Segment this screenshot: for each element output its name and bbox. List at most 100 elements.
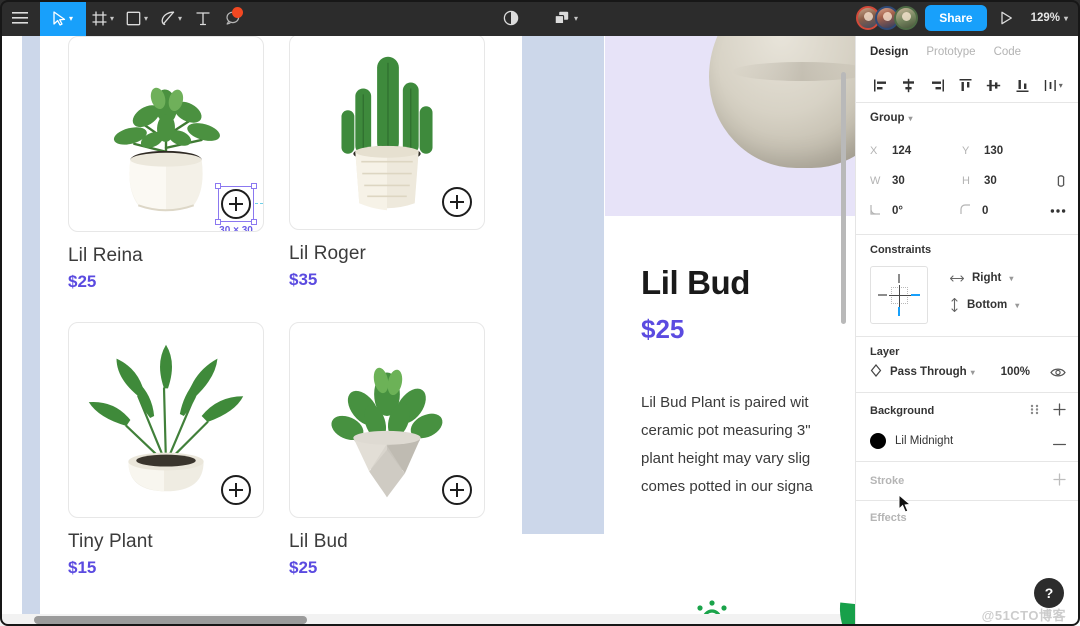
product-card-0[interactable]: 30 × 30 Lil Reina $25 — [68, 36, 264, 292]
x-field[interactable]: X 124 — [870, 145, 962, 157]
constraint-arm-top[interactable] — [898, 274, 900, 283]
align-top-icon — [959, 78, 972, 91]
more-options-button[interactable] — [1050, 208, 1066, 214]
present-button[interactable] — [994, 5, 1020, 31]
shape-tool-button[interactable]: ▾ — [120, 0, 154, 36]
pen-icon — [161, 11, 175, 25]
effects-heading: Effects — [870, 512, 907, 524]
opacity-value[interactable]: 100% — [1001, 366, 1030, 378]
constraints-widget[interactable] — [870, 266, 928, 324]
add-to-cart-button-1[interactable] — [442, 187, 472, 217]
distribute-more-button[interactable]: ▾ — [1037, 71, 1070, 99]
width-field[interactable]: W 30 — [870, 175, 962, 187]
constraint-arm-right[interactable] — [911, 294, 920, 296]
constraint-arm-left[interactable] — [878, 294, 887, 296]
corner-radius-value: 0 — [982, 205, 989, 217]
selection-type-row[interactable]: Group ▾ — [870, 112, 1066, 124]
help-button[interactable]: ? — [1034, 578, 1064, 608]
align-vertical-center-button[interactable] — [980, 71, 1008, 99]
h-label: H — [962, 175, 970, 187]
chevron-down-icon: ▾ — [908, 114, 913, 123]
square-icon — [126, 11, 141, 25]
product-price-3: $25 — [289, 558, 318, 577]
text-tool-button[interactable] — [188, 0, 218, 36]
layer-heading: Layer — [870, 346, 900, 358]
height-field[interactable]: H 30 — [962, 175, 1054, 187]
avatar-collaborator-3[interactable] — [894, 6, 919, 30]
product-price-1: $35 — [289, 270, 318, 289]
layer-visibility-button[interactable] — [1050, 367, 1066, 378]
canvas-horizontal-scrollbar-thumb[interactable] — [34, 616, 307, 624]
product-title-0: Lil Reina — [68, 245, 143, 266]
stroke-section: Stroke — [856, 462, 1080, 500]
distribute-icon — [1044, 79, 1056, 91]
add-stroke-button[interactable] — [1053, 473, 1066, 489]
add-to-cart-button-0[interactable] — [221, 189, 251, 219]
background-fill-row[interactable]: Lil Midnight — [856, 427, 1080, 461]
tab-design[interactable]: Design — [870, 46, 908, 58]
rotation-field[interactable]: 0° — [870, 204, 960, 218]
mask-tool-button[interactable] — [496, 0, 526, 36]
figma-window: ▾ ▾ ▾ ▾ ▾ Share 129% ▾ 30 × 30 Lil Reina… — [0, 0, 1080, 626]
product-card-2[interactable]: Tiny Plant $15 — [68, 322, 264, 578]
move-tool-button[interactable]: ▾ — [40, 0, 86, 36]
zoom-level-button[interactable]: 129% ▾ — [1027, 12, 1068, 24]
product-card-1[interactable]: Lil Roger $35 — [289, 36, 485, 290]
chevron-down-icon: ▾ — [1058, 81, 1063, 90]
w-value: 30 — [892, 175, 905, 187]
align-right-button[interactable] — [923, 71, 951, 99]
fill-settings-button[interactable] — [1030, 404, 1041, 418]
product-image-1 — [289, 36, 485, 230]
corner-radius-field[interactable]: 0 — [960, 204, 1050, 218]
plus-icon — [1053, 403, 1066, 416]
align-horizontal-center-icon — [903, 78, 915, 92]
component-tool-button[interactable]: ▾ — [548, 0, 584, 36]
align-left-button[interactable] — [866, 71, 894, 99]
rotation-icon — [870, 204, 882, 218]
blend-mode-icon — [870, 364, 882, 377]
horizontal-constraint-value: Right — [972, 272, 1002, 284]
blend-mode-select[interactable]: Pass Through ▾ — [890, 366, 975, 378]
comment-tool-button[interactable] — [218, 0, 248, 36]
add-background-button[interactable] — [1053, 403, 1066, 419]
tab-code[interactable]: Code — [994, 46, 1022, 58]
product-title-3: Lil Bud — [289, 531, 348, 552]
add-to-cart-button-2[interactable] — [221, 475, 251, 505]
horizontal-constraint-select[interactable]: Right ▾ — [950, 272, 1019, 284]
align-top-button[interactable] — [951, 71, 979, 99]
chevron-down-icon: ▾ — [68, 14, 73, 23]
selection-type-label: Group — [870, 112, 905, 124]
layer-heading-row: Layer — [856, 337, 1080, 362]
chevron-down-icon: ▾ — [1015, 301, 1020, 310]
properties-tabs: Design Prototype Code — [856, 36, 1080, 68]
main-menu-button[interactable] — [0, 0, 40, 36]
align-horizontal-center-button[interactable] — [894, 71, 922, 99]
sun-logo-icon — [697, 600, 727, 614]
frame-tool-button[interactable]: ▾ — [86, 0, 120, 36]
vertical-constraint-select[interactable]: Bottom ▾ — [950, 298, 1019, 312]
fill-color-swatch[interactable] — [870, 433, 886, 449]
eye-icon — [1050, 368, 1066, 376]
play-icon — [1001, 11, 1013, 25]
y-field[interactable]: Y 130 — [962, 145, 1054, 157]
tab-prototype[interactable]: Prototype — [926, 46, 975, 58]
vertical-constraint-value: Bottom — [967, 299, 1008, 311]
detail-vertical-scrollbar[interactable] — [841, 72, 846, 324]
artboard-product-grid[interactable]: 30 × 30 Lil Reina $25 Lil Roger $35 Tiny… — [22, 36, 605, 614]
align-bottom-button[interactable] — [1008, 71, 1036, 99]
constraint-arm-bottom[interactable] — [898, 307, 900, 316]
product-card-3[interactable]: Lil Bud $25 — [289, 322, 485, 578]
text-icon — [196, 11, 210, 25]
layer-section: Pass Through ▾ 100% — [856, 362, 1080, 392]
x-label: X — [870, 145, 878, 157]
add-to-cart-button-3[interactable] — [442, 475, 472, 505]
y-value: 130 — [984, 145, 1004, 157]
remove-background-button[interactable] — [1052, 434, 1067, 448]
pen-tool-button[interactable]: ▾ — [154, 0, 188, 36]
stroke-heading: Stroke — [870, 475, 905, 487]
share-button[interactable]: Share — [925, 5, 987, 31]
chevron-down-icon: ▾ — [573, 14, 578, 23]
constraints-heading-row: Constraints — [856, 235, 1080, 258]
background-section-header: Background — [856, 393, 1080, 427]
constrain-proportions-button[interactable] — [1056, 173, 1066, 189]
